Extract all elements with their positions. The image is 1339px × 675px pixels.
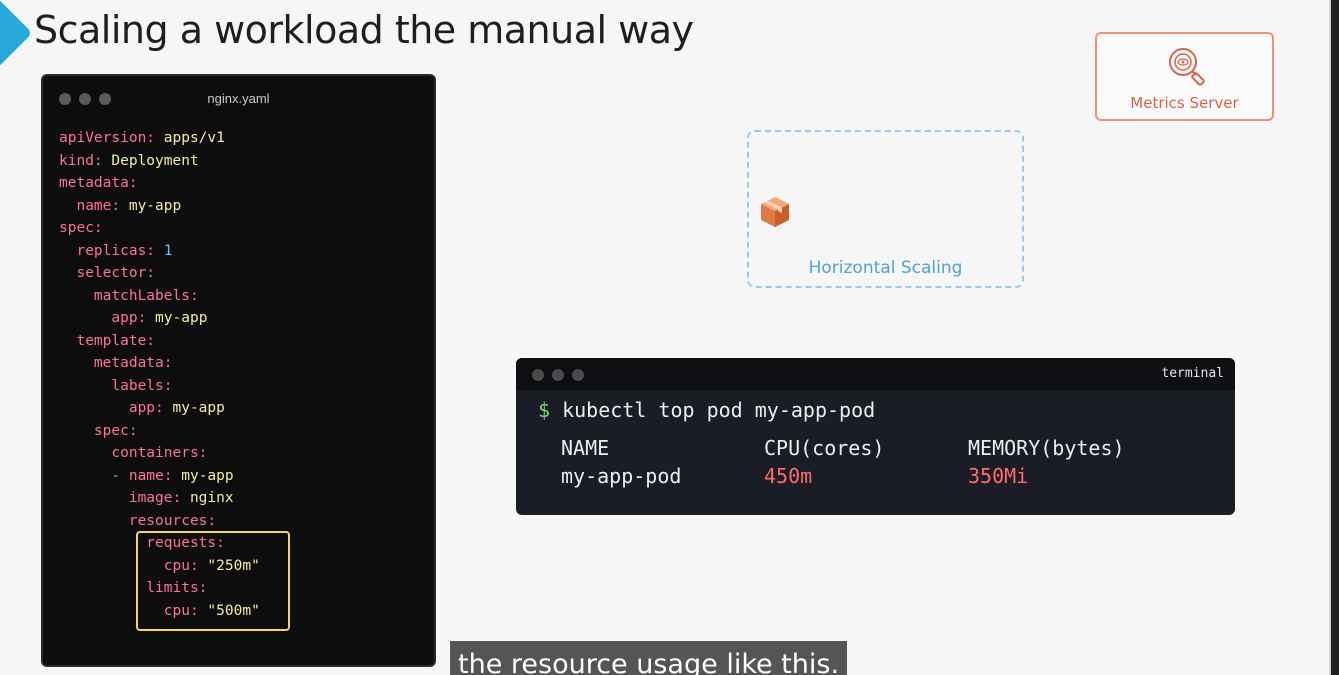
pod-cube-icon xyxy=(761,197,789,227)
cpu-usage-cell: 450m xyxy=(764,464,813,488)
col-header-memory: MEMORY(bytes) xyxy=(968,436,1125,460)
yaml-line: image: nginx xyxy=(59,487,260,510)
yaml-line: resources: xyxy=(59,510,260,533)
yaml-key: spec: xyxy=(59,220,103,236)
editor-filename: nginx.yaml xyxy=(207,91,270,106)
yaml-line: metadata: xyxy=(59,352,260,375)
yaml-line: kind: Deployment xyxy=(59,150,260,173)
yaml-key: replicas: xyxy=(59,242,156,259)
yaml-line: labels: xyxy=(59,375,260,398)
terminal-window: terminal $ kubectl top pod my-app-pod NA… xyxy=(516,358,1235,515)
yaml-value: my-app xyxy=(120,197,182,214)
yaml-line: app: my-app xyxy=(59,397,260,420)
yaml-key: resources: xyxy=(59,512,217,529)
yaml-value: 1 xyxy=(155,242,173,259)
page-title: Scaling a workload the manual way xyxy=(34,8,694,52)
window-edge xyxy=(1331,0,1339,675)
yaml-line: app: my-app xyxy=(59,307,260,330)
metrics-magnifier-icon xyxy=(1169,48,1205,86)
yaml-key: metadata: xyxy=(59,175,138,191)
yaml-key: metadata: xyxy=(59,355,173,371)
terminal-command-line: $ kubectl top pod my-app-pod xyxy=(538,398,875,422)
yaml-key: kind: xyxy=(59,152,103,169)
yaml-line: metadata: xyxy=(59,172,260,195)
horizontal-scaling-box: Horizontal Scaling xyxy=(747,130,1024,288)
resources-highlight-box xyxy=(136,531,290,631)
yaml-key: apiVersion: xyxy=(59,130,156,146)
yaml-value: my-app xyxy=(172,467,234,484)
yaml-key: image: xyxy=(59,490,182,506)
yaml-key: labels: xyxy=(59,377,173,394)
horizontal-scaling-label: Horizontal Scaling xyxy=(808,258,963,278)
col-header-cpu: CPU(cores) xyxy=(764,436,885,460)
terminal-title: terminal xyxy=(1161,366,1224,381)
yaml-line: replicas: 1 xyxy=(59,240,260,263)
terminal-command: kubectl top pod my-app-pod xyxy=(562,398,876,422)
pod-name-cell: my-app-pod xyxy=(561,464,682,488)
close-dot-icon xyxy=(532,369,544,381)
terminal-titlebar xyxy=(516,358,1235,390)
yaml-key: app: xyxy=(59,400,164,416)
yaml-line: spec: xyxy=(59,420,260,443)
yaml-value: my-app xyxy=(163,400,225,416)
yaml-line: containers: xyxy=(59,442,260,465)
yaml-line: selector: xyxy=(59,262,260,285)
yaml-key: template: xyxy=(59,332,156,349)
yaml-value: nginx xyxy=(181,490,234,506)
video-caption: the resource usage like this. xyxy=(450,641,848,675)
yaml-key: app: xyxy=(59,310,147,326)
yaml-line: spec: xyxy=(59,217,260,240)
prompt-symbol: $ xyxy=(538,398,551,422)
yaml-line: apiVersion: apps/v1 xyxy=(59,127,260,150)
yaml-line: template: xyxy=(59,330,260,353)
slide-accent xyxy=(0,0,33,69)
yaml-key: matchLabels: xyxy=(59,287,199,304)
memory-usage-cell: 350Mi xyxy=(968,464,1029,488)
yaml-key: containers: xyxy=(59,445,208,461)
yaml-value: my-app xyxy=(146,310,208,326)
yaml-line: - name: my-app xyxy=(59,465,260,488)
metrics-server-card: Metrics Server xyxy=(1095,32,1274,121)
minimize-dot-icon xyxy=(552,369,564,381)
metrics-server-label: Metrics Server xyxy=(1130,94,1239,112)
yaml-value: apps/v1 xyxy=(155,130,225,146)
col-header-name: NAME xyxy=(561,436,610,460)
yaml-key: - name: xyxy=(59,467,173,484)
yaml-value: Deployment xyxy=(102,152,199,169)
yaml-key: spec: xyxy=(59,422,138,439)
yaml-line: matchLabels: xyxy=(59,285,260,308)
yaml-key: name: xyxy=(59,197,121,214)
yaml-key: selector: xyxy=(59,265,156,281)
maximize-dot-icon xyxy=(572,369,584,381)
yaml-line: name: my-app xyxy=(59,195,260,218)
terminal-window-controls xyxy=(532,369,584,381)
